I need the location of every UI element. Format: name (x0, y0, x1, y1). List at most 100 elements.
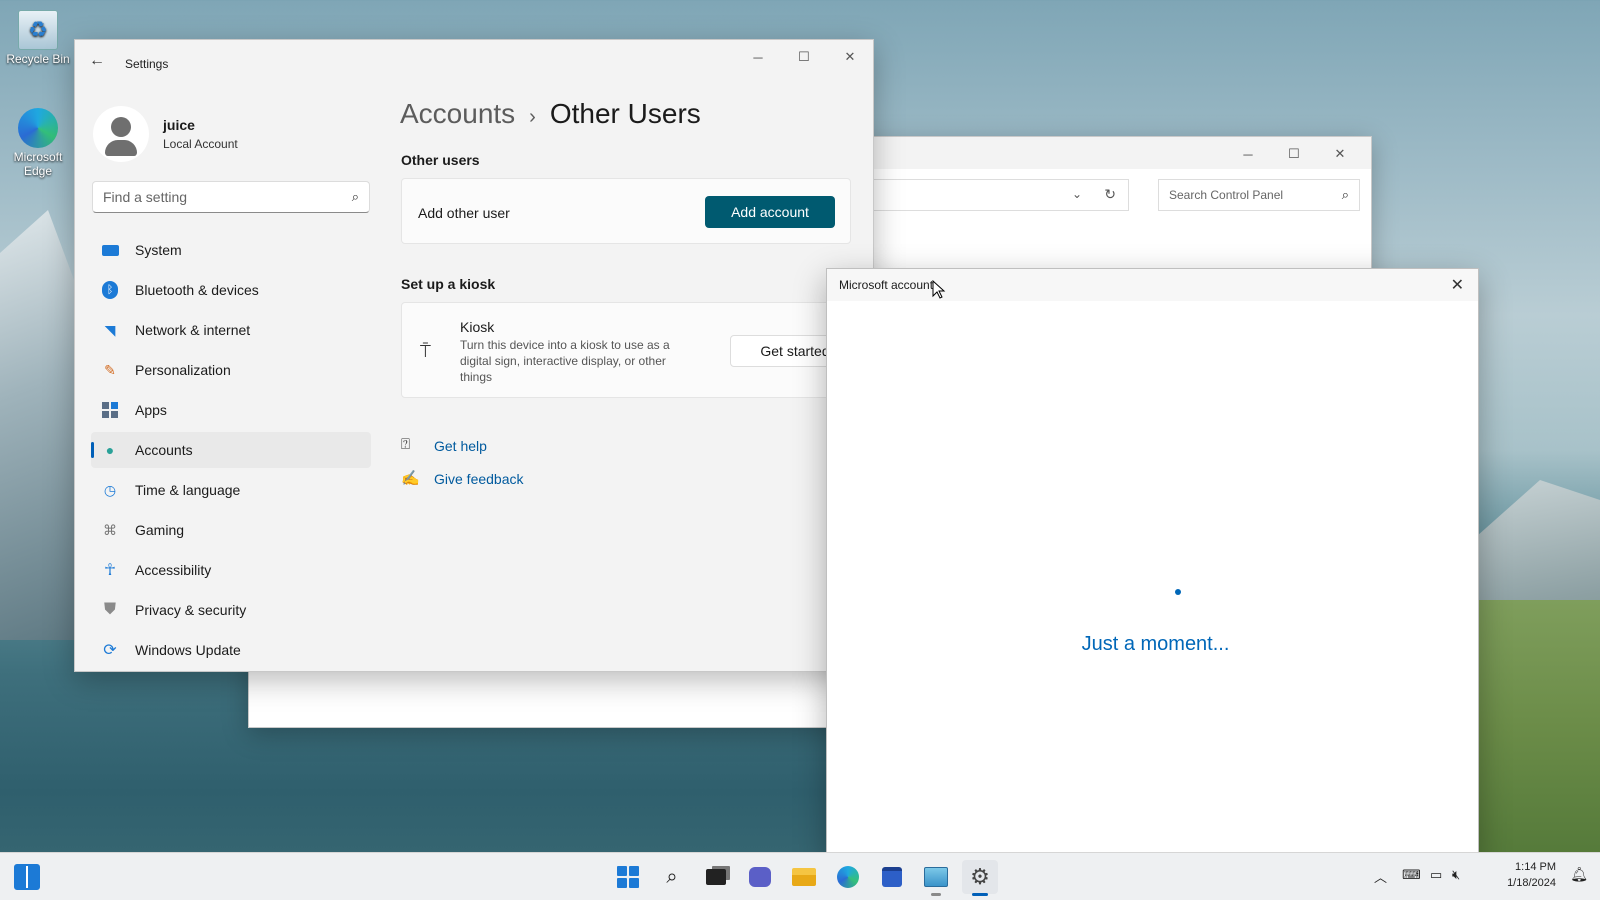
brush-icon: ✎ (104, 361, 116, 378)
settings-taskbar-button[interactable]: ⚙ (962, 860, 998, 896)
chevron-up-icon[interactable]: ︿ (1374, 867, 1387, 886)
sidebar-item-gaming[interactable]: ⌘ Gaming (91, 512, 371, 548)
section-title-kiosk: Set up a kiosk (401, 276, 496, 292)
apps-icon (101, 401, 119, 419)
sidebar-item-network[interactable]: ◥ Network & internet (91, 312, 371, 348)
breadcrumb: Accounts › Other Users (400, 98, 701, 130)
section-title-other-users: Other users (401, 152, 480, 168)
sidebar-item-accounts[interactable]: ● Accounts (91, 432, 371, 468)
keyboard-icon[interactable]: ⌨ (1402, 867, 1421, 883)
page-title: Other Users (549, 98, 701, 129)
gamepad-icon: ⌘ (103, 521, 117, 538)
kiosk-card: ⍑ Kiosk Turn this device into a kiosk to… (401, 302, 860, 398)
back-arrow-icon[interactable]: ← (89, 52, 105, 70)
sidebar-item-system[interactable]: System (91, 232, 371, 268)
close-icon[interactable]: ✕ (1317, 141, 1363, 167)
sidebar-item-label: Apps (135, 402, 167, 418)
kiosk-description: Turn this device into a kiosk to use as … (460, 338, 670, 384)
microsoft-account-dialog[interactable]: Microsoft account ✕ Just a moment... (826, 268, 1479, 858)
task-view-button[interactable] (698, 860, 734, 894)
network-icon[interactable]: ▭ (1430, 867, 1442, 883)
system-icon (101, 241, 119, 259)
sidebar-item-time-language[interactable]: ◷ Time & language (91, 472, 371, 508)
sidebar-item-label: Accessibility (135, 562, 212, 578)
sidebar-item-accessibility[interactable]: ☥ Accessibility (91, 552, 371, 588)
store-icon (882, 867, 902, 887)
breadcrumb-parent[interactable]: Accounts (400, 98, 515, 129)
file-explorer-button[interactable] (786, 860, 822, 894)
clock-globe-icon: ◷ (103, 481, 117, 498)
add-account-button[interactable]: Add account (705, 196, 835, 228)
profile-account-type: Local Account (163, 137, 238, 151)
close-icon[interactable]: ✕ (827, 44, 873, 70)
bluetooth-icon: ᛒ (101, 281, 119, 299)
accessibility-icon: ☥ (104, 562, 116, 579)
chevron-down-icon[interactable]: ⌄ (1072, 187, 1082, 201)
avatar (93, 106, 149, 162)
wifi-icon: ◥ (104, 321, 116, 338)
title-bar[interactable]: ← Settings ─ ☐ ✕ (75, 40, 873, 86)
edge-taskbar-button[interactable] (830, 860, 866, 894)
taskbar-search-button[interactable]: ⌕ (654, 860, 690, 894)
clock-date: 1/18/2024 (1507, 877, 1556, 889)
mouse-cursor-icon (932, 280, 946, 299)
search-input[interactable]: Search Control Panel ⌕ (1158, 179, 1360, 211)
windows-logo-icon (617, 866, 639, 888)
profile-name: juice (163, 117, 195, 133)
maximize-icon[interactable]: ☐ (781, 44, 827, 70)
sidebar-item-label: System (135, 242, 182, 258)
sidebar-nav: System ᛒ Bluetooth & devices ◥ Network &… (91, 232, 371, 671)
shield-icon: ⛊ (103, 601, 116, 618)
start-button[interactable] (610, 860, 646, 894)
teams-chat-button[interactable] (742, 860, 778, 894)
minimize-icon[interactable]: ─ (735, 44, 781, 70)
widgets-icon[interactable] (14, 864, 40, 890)
sidebar-item-privacy-security[interactable]: ⛊ Privacy & security (91, 592, 371, 628)
app-title: Settings (125, 57, 169, 71)
sidebar-item-windows-update[interactable]: ⟳ Windows Update (91, 632, 371, 668)
minimize-icon[interactable]: ─ (1225, 141, 1271, 167)
desktop-icon-recycle-bin[interactable]: ♻ Recycle Bin (3, 10, 73, 66)
taskbar: ⌕ ⚙ ︿ ⌨ ▭ 🔇︎ 1:14 PM 1/18/2024 🔔︎ (0, 852, 1600, 900)
maximize-icon[interactable]: ☐ (1271, 141, 1317, 167)
desktop-icon-label: Recycle Bin (6, 52, 70, 66)
control-panel-icon (924, 867, 948, 887)
address-bar[interactable]: ⌄ ↻ (849, 179, 1129, 211)
clock-time: 1:14 PM (1515, 861, 1556, 873)
find-setting-input[interactable]: Find a setting ⌕ (92, 181, 370, 213)
kiosk-title: Kiosk (460, 319, 495, 335)
sidebar-item-label: Accounts (135, 442, 193, 458)
clock[interactable]: 1:14 PM 1/18/2024 (1507, 859, 1556, 891)
search-icon: ⌕ (1341, 187, 1349, 202)
sidebar-item-personalization[interactable]: ✎ Personalization (91, 352, 371, 388)
notification-icon[interactable]: 🔔︎ (1570, 866, 1588, 883)
add-other-user-label: Add other user (418, 205, 510, 221)
refresh-icon[interactable]: ↻ (1104, 186, 1116, 203)
sidebar-item-label: Privacy & security (135, 602, 247, 618)
sidebar-item-apps[interactable]: Apps (91, 392, 371, 428)
sidebar-item-bluetooth[interactable]: ᛒ Bluetooth & devices (91, 272, 371, 308)
chat-icon (749, 867, 771, 887)
sidebar-item-label: Bluetooth & devices (135, 282, 259, 298)
folder-icon (792, 868, 816, 886)
link-label: Give feedback (434, 471, 524, 487)
settings-window[interactable]: ← Settings ─ ☐ ✕ juice Local Account Fin… (74, 39, 874, 672)
gear-icon: ⚙ (970, 864, 990, 889)
breadcrumb-separator: › (529, 106, 536, 128)
control-panel-taskbar-button[interactable] (918, 860, 954, 896)
close-icon[interactable]: ✕ (1451, 275, 1464, 295)
accounts-icon: ● (105, 442, 115, 458)
taskbar-apps: ⌕ ⚙ (610, 860, 998, 896)
desktop-icon-edge[interactable]: Microsoft Edge (3, 108, 73, 178)
update-icon: ⟳ (103, 642, 117, 659)
system-tray: ︿ ⌨ ▭ 🔇︎ 1:14 PM 1/18/2024 🔔︎ (1340, 853, 1600, 900)
store-button[interactable] (874, 860, 910, 894)
edge-icon (837, 866, 859, 888)
sidebar-item-label: Personalization (135, 362, 231, 378)
volume-icon[interactable]: 🔇︎ (1452, 867, 1460, 883)
search-icon: ⌕ (666, 865, 678, 888)
task-view-icon (706, 869, 726, 885)
desktop-icon-label: Microsoft Edge (13, 150, 63, 178)
link-label: Get help (434, 438, 487, 454)
feedback-icon: ✍ (401, 470, 420, 487)
